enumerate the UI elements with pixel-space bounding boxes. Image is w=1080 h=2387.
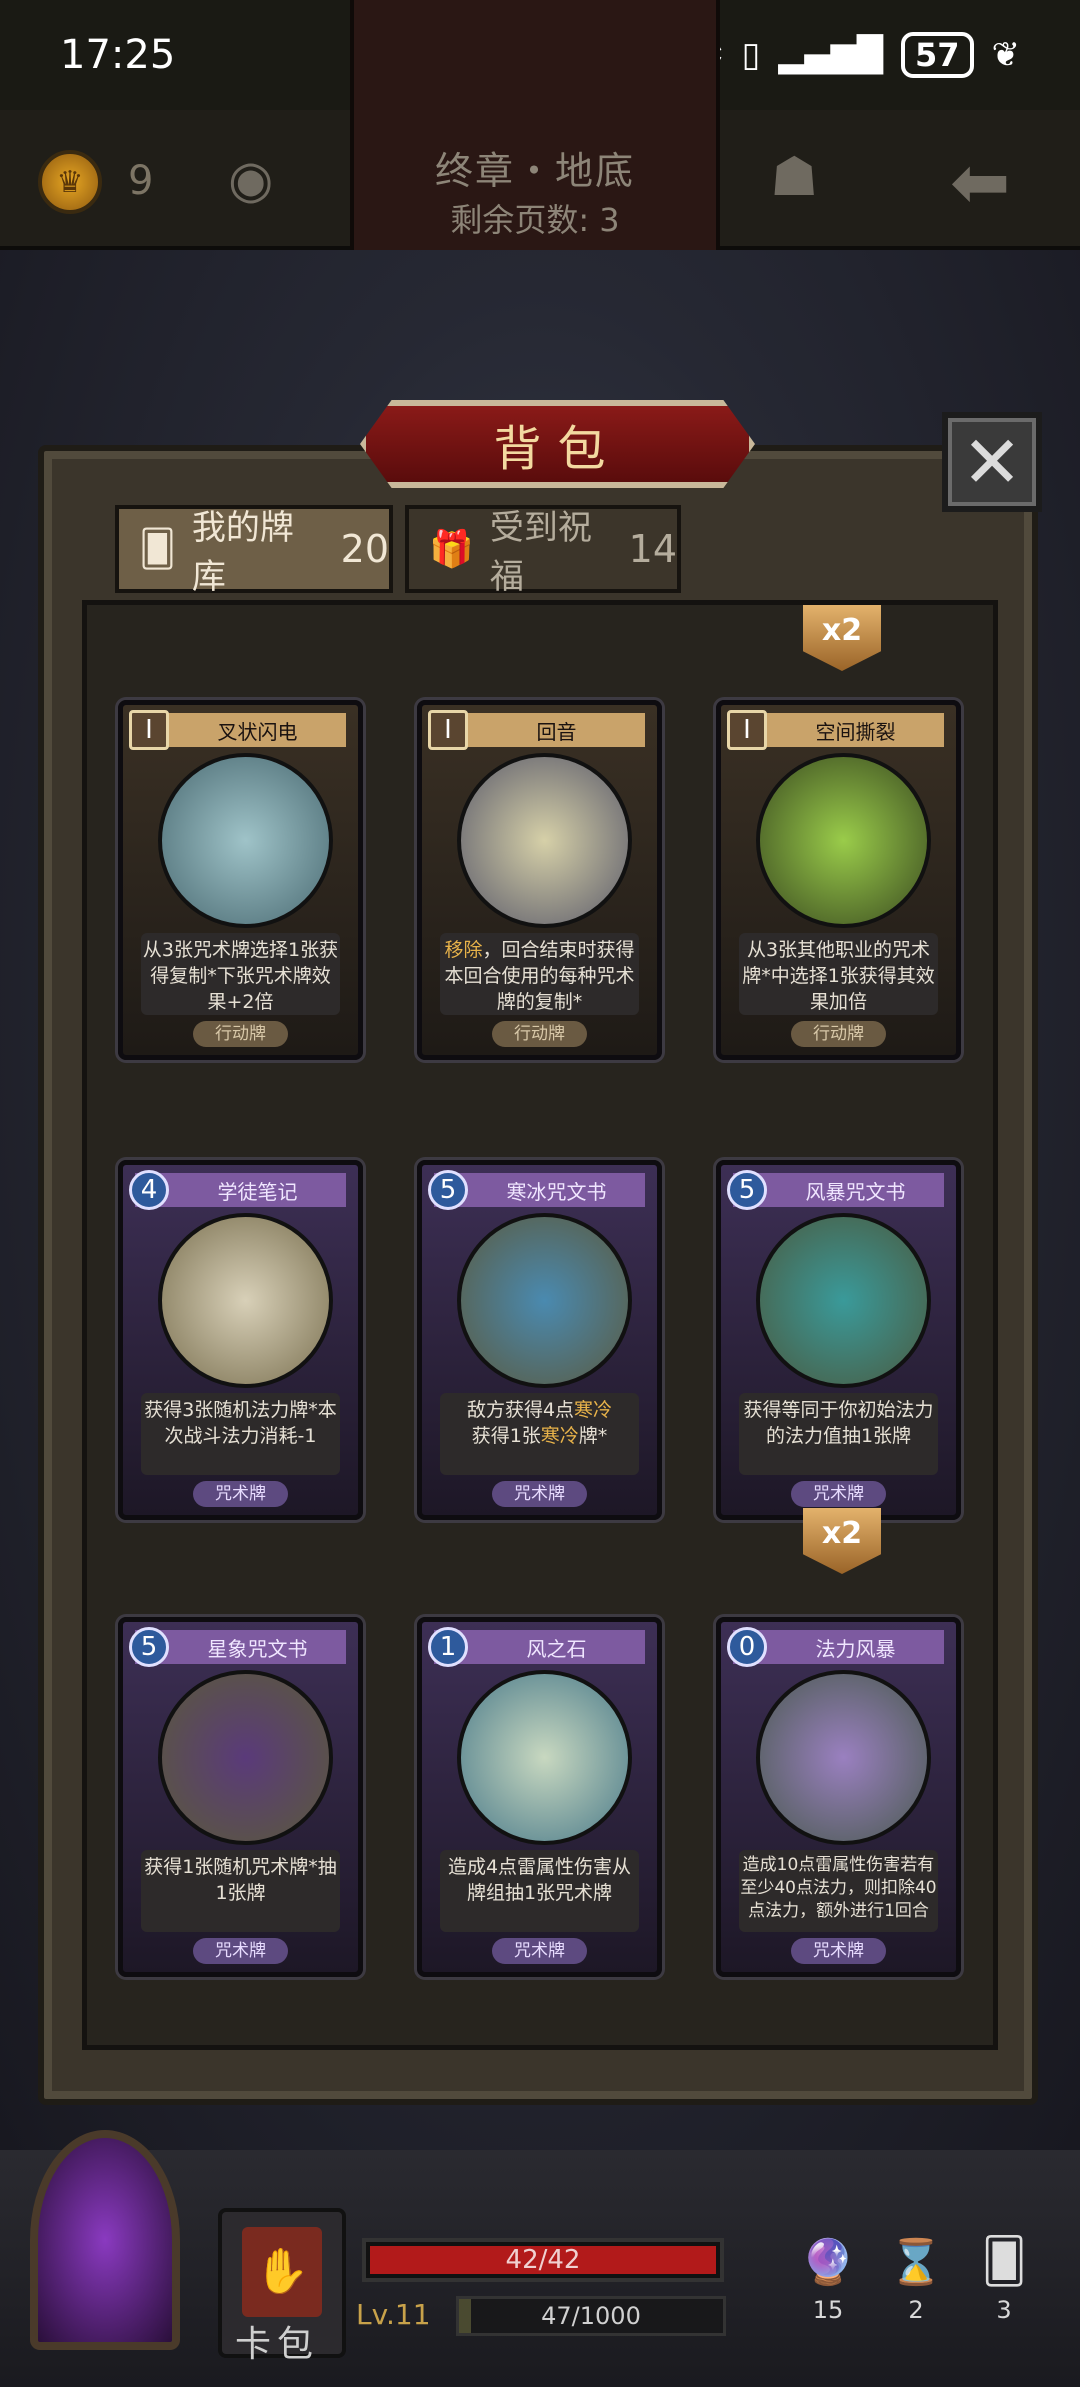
card-description: 获得3张随机法力牌*本次战斗法力消耗-1 [141,1393,340,1475]
card-name: 学徒笔记 [217,1179,298,1204]
resource-mana-orb[interactable]: 🔮 15 [788,2236,868,2324]
card-storm-spellbook[interactable]: 5 风暴咒文书 获得等同于你初始法力的法力值抽1张牌 咒术牌 [716,1160,961,1520]
card-art [457,1670,632,1845]
gift-icon: 🎁 [429,529,474,570]
card-name: 风暴咒文书 [805,1179,906,1204]
card-description: 移除，回合结束时获得本回合使用的每种咒术牌的复制* [440,933,639,1015]
card-description: 获得等同于你初始法力的法力值抽1张牌 [739,1393,938,1475]
card-cost: 0 [727,1627,767,1667]
tab-blessings[interactable]: 🎁 受到祝福 14 [405,505,681,597]
card-name: 空间撕裂 [815,719,896,744]
card-name: 叉状闪电 [217,719,298,744]
card-art [756,1213,931,1388]
level-label: Lv.11 [356,2298,431,2331]
battery-indicator: 57 [900,32,974,78]
card-type: 行动牌 [492,1021,587,1047]
pumpkin-icon[interactable]: ☗ [770,145,818,208]
card-type: 咒术牌 [492,1938,587,1964]
card-art [756,1670,931,1845]
card-name: 法力风暴 [815,1636,896,1661]
card-fork-lightning[interactable]: I 叉状闪电 从3张咒术牌选择1张获得复制*下张咒术牌效果+2倍 行动牌 [118,700,363,1060]
card-space-rift[interactable]: I 空间撕裂 从3张其他职业的咒术牌*中选择1张获得其效果加倍 行动牌 [716,700,961,1060]
hp-text: 42/42 [505,2245,581,2275]
card-description: 造成4点雷属性伤害从牌组抽1张咒术牌 [440,1850,639,1932]
eye-icon[interactable]: ◉ [228,152,304,208]
cards-stack-icon: 🂠 [981,2236,1027,2287]
status-time: 17:25 [60,32,176,78]
pages-remaining: 剩余页数: 3 [450,201,620,239]
resource-value: 2 [908,2296,924,2324]
card-type: 行动牌 [791,1021,886,1047]
resource-cards[interactable]: 🂠 3 [964,2236,1044,2324]
tab-my-deck[interactable]: 🂠 我的牌库 20 [115,505,393,597]
crown-coin-icon: ♛ [38,150,102,214]
card-type: 咒术牌 [791,1481,886,1507]
card-cost: I [129,710,169,750]
close-button[interactable]: ✕ [942,412,1042,512]
card-art [756,753,931,928]
cards-icon: 🂠 [139,528,176,570]
card-name: 星象咒文书 [207,1636,308,1661]
tab-count: 14 [628,527,677,571]
card-pack-icon: ✋ [242,2227,322,2317]
card-name: 回音 [536,719,577,744]
xp-bar: 47/1000 [456,2296,726,2336]
card-cost: 5 [727,1170,767,1210]
tab-count: 20 [340,527,389,571]
card-name: 寒冰咒文书 [506,1179,607,1204]
card-description: 从3张其他职业的咒术牌*中选择1张获得其效果加倍 [739,933,938,1015]
card-frost-spellbook[interactable]: 5 寒冰咒文书 敌方获得4点寒冷 获得1张寒冷牌* 咒术牌 [417,1160,662,1520]
vibrate-icon: ▯ [741,35,761,75]
card-cost: I [727,710,767,750]
hp-bar: 42/42 [362,2238,724,2282]
tab-label: 受到祝福 [489,508,592,597]
resource-value: 3 [996,2296,1012,2324]
card-art [158,1213,333,1388]
back-arrow-icon[interactable]: ⬅ [950,140,1010,224]
card-type: 咒术牌 [193,1938,288,1964]
card-description: 敌方获得4点寒冷 获得1张寒冷牌* [440,1393,639,1475]
card-cost: 4 [129,1170,169,1210]
hourglass-icon: ⌛ [888,2237,944,2288]
card-art [158,1670,333,1845]
card-echo[interactable]: I 回音 移除，回合结束时获得本回合使用的每种咒术牌的复制* 行动牌 [417,700,662,1060]
card-cost: 5 [129,1627,169,1667]
card-description: 造成10点雷属性伤害若有至少40点法力，则扣除40点法力，额外进行1回合 [739,1850,938,1932]
card-art [158,753,333,928]
card-astral-spellbook[interactable]: 5 星象咒文书 获得1张随机咒术牌*抽1张牌 咒术牌 [118,1617,363,1977]
card-mana-storm[interactable]: 0 法力风暴 造成10点雷属性伤害若有至少40点法力，则扣除40点法力，额外进行1… [716,1617,961,1977]
card-art [457,1213,632,1388]
resource-value: 15 [812,2296,844,2324]
tab-label: 我的牌库 [191,508,294,597]
leaf-icon: ❦ [991,35,1021,75]
xp-text: 47/1000 [541,2302,641,2330]
card-apprentice-notes[interactable]: 4 学徒笔记 获得3张随机法力牌*本次战斗法力消耗-1 咒术牌 [118,1160,363,1520]
card-wind-stone[interactable]: 1 风之石 造成4点雷属性伤害从牌组抽1张咒术牌 咒术牌 [417,1617,662,1977]
card-description: 从3张咒术牌选择1张获得复制*下张咒术牌效果+2倍 [141,933,340,1015]
card-type: 咒术牌 [791,1938,886,1964]
card-type: 行动牌 [193,1021,288,1047]
portal-icon[interactable] [30,2130,180,2350]
orb-icon: 🔮 [800,2237,856,2288]
deck-label: 卡包 [235,2324,320,2365]
card-type: 咒术牌 [492,1481,587,1507]
card-description: 获得1张随机咒术牌*抽1张牌 [141,1850,340,1932]
signal-icon: ▂▄▆█ [778,35,883,75]
card-cost: I [428,710,468,750]
coin-count: 9 [128,158,154,204]
chapter-title: 终章・地底 [434,149,635,193]
card-cost: 5 [428,1170,468,1210]
resource-hourglass[interactable]: ⌛ 2 [876,2236,956,2324]
card-cost: 1 [428,1627,468,1667]
bag-title: 背包 [360,400,755,488]
card-type: 咒术牌 [193,1481,288,1507]
card-art [457,753,632,928]
card-name: 风之石 [526,1636,587,1661]
